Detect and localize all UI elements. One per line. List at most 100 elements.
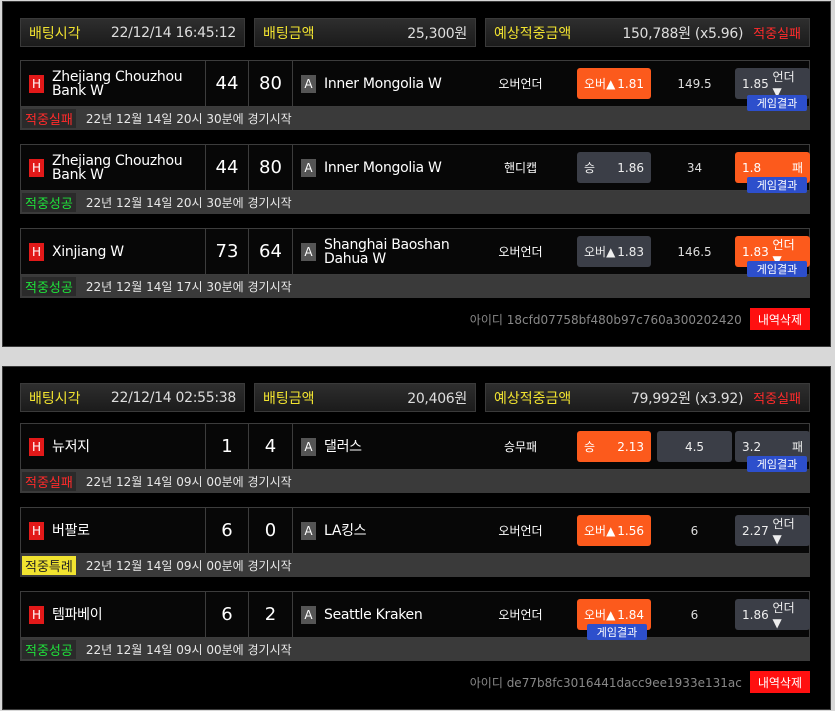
odds-option-under[interactable]: 1.86 언더▼ — [735, 599, 810, 630]
delete-history-button[interactable]: 내역삭제 — [749, 671, 810, 693]
option-odds: 1.83 — [742, 244, 769, 259]
away-team-name: Inner Mongolia W — [324, 159, 442, 176]
game-result-tag[interactable]: 게임결과 — [747, 95, 807, 111]
bet-time-value: 22/12/14 16:45:12 — [110, 24, 236, 41]
status-badge: 적중특례 — [22, 556, 76, 575]
id-value: de77b8fc3016441dacc9ee1933e131ac — [506, 675, 742, 690]
ticket-header: 배팅시각 22/12/14 16:45:12 배팅금액 25,300원 예상적중… — [20, 18, 810, 47]
home-team-name: Zhejiang Chouzhou Bank W — [52, 68, 183, 99]
bet-amount-box: 배팅금액 25,300원 — [254, 18, 476, 47]
away-badge: A — [301, 242, 316, 261]
expected-payout-label: 예상적중금액 — [494, 390, 572, 407]
line-value: 149.5 — [677, 76, 712, 91]
away-score: 80 — [249, 61, 293, 106]
ticket-footer: 아이디 de77b8fc3016441dacc9ee1933e131ac 내역삭… — [20, 670, 810, 694]
option-odds: 2.13 — [617, 439, 644, 454]
game-row: H 버팔로 6 0 A LA킹스 오버언더 오버▲ 1.56 6 2.27 언더… — [20, 507, 810, 554]
ticket-result: 적중실패 — [753, 392, 801, 407]
home-score: 44 — [206, 61, 249, 106]
home-team-name: Zhejiang Chouzhou Bank W — [52, 152, 183, 183]
away-team-name: 댈러스 — [324, 438, 362, 455]
option-label: 언더▼ — [772, 517, 795, 546]
option-odds: 1.85 — [742, 76, 769, 91]
away-badge: A — [301, 521, 316, 540]
away-team-cell: A LA킹스 — [293, 508, 465, 553]
line-value: 6 — [690, 523, 699, 538]
away-team-cell: A 댈러스 — [293, 424, 465, 469]
home-team-name: 뉴저지 — [52, 438, 90, 455]
option-odds: 1.8 — [742, 160, 762, 175]
game-status-row: 적중성공 22년 12월 14일 20시 30분에 경기시작 — [20, 191, 810, 214]
bet-time-box: 배팅시각 22/12/14 16:45:12 — [20, 18, 245, 47]
away-team-name: Shanghai Baoshan Dahua W — [324, 236, 450, 267]
status-badge: 적중실패 — [22, 472, 76, 491]
home-badge: H — [29, 521, 44, 540]
away-badge: A — [301, 437, 316, 456]
game-start-time: 22년 12월 14일 09시 00분에 경기시작 — [85, 643, 292, 657]
expected-payout-label: 예상적중금액 — [494, 25, 572, 42]
odds-option-over[interactable]: 오버▲ 1.83 — [577, 236, 651, 267]
game-start-time: 22년 12월 14일 17시 30분에 경기시작 — [85, 280, 292, 294]
bet-amount-value: 20,406원 — [407, 390, 467, 407]
away-score: 4 — [249, 424, 293, 469]
bet-amount-box: 배팅금액 20,406원 — [254, 383, 476, 412]
odds-option-win[interactable]: 승 1.86 — [577, 152, 651, 183]
home-badge: H — [29, 158, 44, 177]
option-odds: 1.56 — [617, 523, 644, 538]
delete-history-button[interactable]: 내역삭제 — [749, 308, 810, 330]
home-score: 44 — [206, 145, 249, 190]
away-badge: A — [301, 74, 316, 93]
game-status-row: 적중실패 22년 12월 14일 20시 30분에 경기시작 — [20, 107, 810, 130]
bet-amount-label: 배팅금액 — [263, 25, 315, 42]
game-start-time: 22년 12월 14일 09시 00분에 경기시작 — [85, 559, 292, 573]
home-team-cell: H 버팔로 — [21, 508, 206, 553]
game-row: H 뉴저지 1 4 A 댈러스 승무패 승 2.13 4.5 3.2 패 게임결… — [20, 423, 810, 472]
home-team-name: 버팔로 — [52, 522, 90, 539]
away-score: 2 — [249, 592, 293, 637]
line-value: 34 — [686, 160, 703, 175]
away-score: 64 — [249, 229, 293, 274]
game-status-row: 적중특례 22년 12월 14일 09시 00분에 경기시작 — [20, 554, 810, 577]
game-row: H Zhejiang Chouzhou Bank W 44 80 A Inner… — [20, 60, 810, 111]
bet-ticket-2: 배팅시각 22/12/14 02:55:38 배팅금액 20,406원 예상적중… — [2, 366, 831, 710]
game-result-tag[interactable]: 게임결과 — [587, 624, 647, 640]
odds-option-draw[interactable]: 4.5 — [657, 431, 732, 462]
away-badge: A — [301, 158, 316, 177]
away-team-name: Seattle Kraken — [324, 606, 423, 623]
option-odds: 2.27 — [742, 523, 769, 538]
bet-type: 오버언더 — [498, 245, 543, 259]
option-label: 승 — [584, 161, 596, 175]
ticket-result: 적중실패 — [753, 27, 801, 42]
option-odds: 3.2 — [742, 439, 762, 454]
option-label: 오버▲ — [584, 77, 616, 91]
home-team-cell: H Zhejiang Chouzhou Bank W — [21, 145, 206, 190]
id-prefix: 아이디 — [469, 312, 503, 327]
game-status-row: 적중성공 22년 12월 14일 17시 30분에 경기시작 — [20, 275, 810, 298]
odds-option-over[interactable]: 오버▲ 1.81 — [577, 68, 651, 99]
odds-option-win[interactable]: 승 2.13 — [577, 431, 651, 462]
away-team-name: LA킹스 — [324, 522, 367, 539]
game-start-time: 22년 12월 14일 09시 00분에 경기시작 — [85, 475, 292, 489]
away-team-cell: A Inner Mongolia W — [293, 61, 465, 106]
ticket-id: 아이디 de77b8fc3016441dacc9ee1933e131ac — [470, 674, 742, 691]
expected-payout-value: 79,992원 (x3.92) — [630, 390, 744, 407]
game-result-tag[interactable]: 게임결과 — [747, 261, 807, 277]
bet-time-label: 배팅시각 — [29, 390, 81, 407]
home-team-cell: H Xinjiang W — [21, 229, 206, 274]
odds-option-under[interactable]: 2.27 언더▼ — [735, 515, 810, 546]
bet-type: 오버언더 — [498, 524, 543, 538]
home-score: 6 — [206, 508, 249, 553]
home-score: 1 — [206, 424, 249, 469]
home-team-cell: H 뉴저지 — [21, 424, 206, 469]
odds-option-over[interactable]: 오버▲ 1.56 — [577, 515, 651, 546]
expected-payout-box: 예상적중금액 79,992원 (x3.92) 적중실패 — [485, 383, 810, 412]
bet-ticket-1: 배팅시각 22/12/14 16:45:12 배팅금액 25,300원 예상적중… — [2, 1, 831, 347]
home-team-cell: H Zhejiang Chouzhou Bank W — [21, 61, 206, 106]
status-badge: 적중성공 — [22, 193, 76, 212]
home-badge: H — [29, 605, 44, 624]
game-result-tag[interactable]: 게임결과 — [747, 456, 807, 472]
game-status-row: 적중실패 22년 12월 14일 09시 00분에 경기시작 — [20, 470, 810, 493]
game-result-tag[interactable]: 게임결과 — [747, 177, 807, 193]
option-label: 오버▲ — [584, 524, 616, 538]
expected-payout-box: 예상적중금액 150,788원 (x5.96) 적중실패 — [485, 18, 810, 47]
